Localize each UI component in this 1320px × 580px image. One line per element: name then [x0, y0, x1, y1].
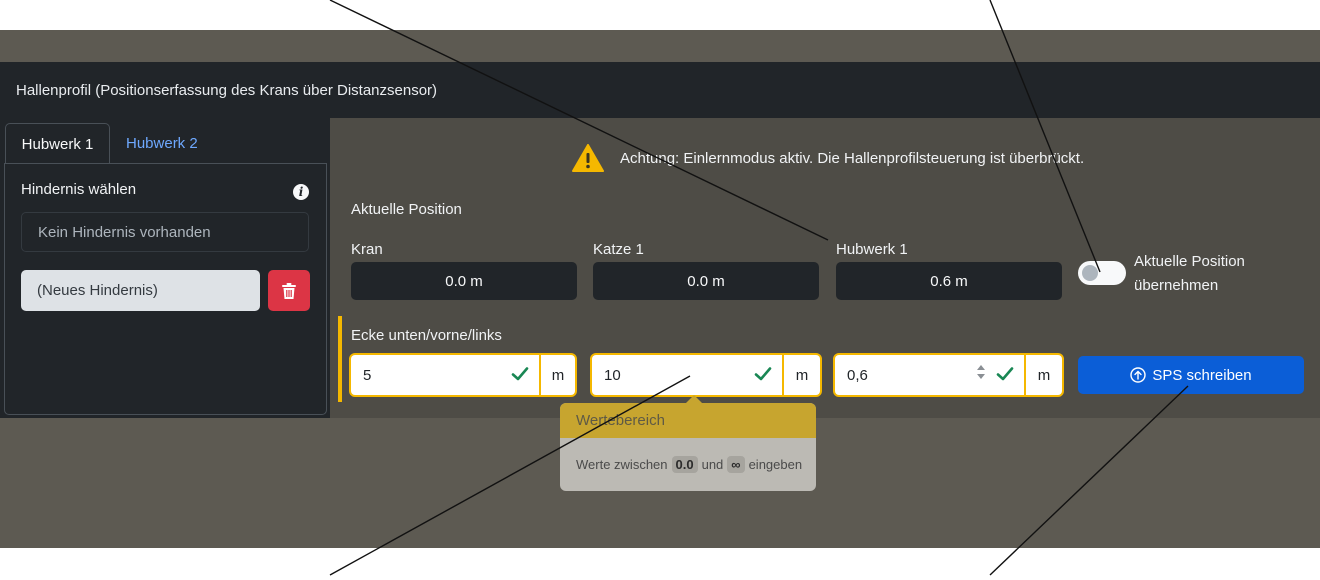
- obstacle-section-title: Hindernis wählen: [21, 181, 137, 198]
- katze-label: Katze 1: [593, 241, 644, 258]
- tab-hubwerk-2[interactable]: Hubwerk 2: [126, 123, 198, 164]
- spinner-down-icon[interactable]: [976, 373, 986, 380]
- teach-mode-warning: Achtung: Einlernmodus aktiv. Die Hallenp…: [572, 144, 1084, 172]
- new-obstacle-item[interactable]: (Neues Hindernis): [21, 270, 260, 311]
- warning-text: Achtung: Einlernmodus aktiv. Die Hallenp…: [620, 149, 1085, 167]
- toggle-label-line2: übernehmen: [1134, 277, 1219, 294]
- corner-y-input-group: 10 m: [590, 353, 822, 397]
- new-obstacle-label: (Neues Hindernis): [37, 282, 158, 299]
- unit-label: m: [551, 366, 565, 384]
- trash-icon: [282, 282, 296, 299]
- tooltip-min-value: 0.0: [671, 456, 698, 473]
- page-title: Hallenprofil (Positionserfassung des Kra…: [16, 81, 438, 99]
- toggle-knob: [1082, 265, 1098, 281]
- tooltip-connector: und: [701, 457, 724, 472]
- tooltip-title: Wertebereich: [560, 403, 816, 438]
- katze-position-text: 0.0 m: [687, 272, 725, 290]
- warning-icon: [572, 144, 604, 172]
- check-icon: [754, 367, 772, 381]
- tooltip-prefix: Werte zwischen: [576, 457, 668, 472]
- corner-x-input[interactable]: 5: [351, 355, 539, 395]
- kran-position-value: 0.0 m: [351, 262, 577, 300]
- hubwerk-position-value: 0.6 m: [836, 262, 1062, 300]
- tab-label: Hubwerk 2: [126, 135, 198, 152]
- tooltip-title-text: Wertebereich: [576, 412, 665, 429]
- tooltip-body: Werte zwischen 0.0 und ∞ eingeben: [560, 438, 816, 473]
- check-icon: [996, 367, 1014, 381]
- corner-z-input-group: 0,6 m: [833, 353, 1064, 397]
- hubwerk-position-text: 0.6 m: [930, 272, 968, 290]
- tab-label: Hubwerk 1: [21, 135, 94, 153]
- take-position-label: Aktuelle Position übernehmen: [1134, 250, 1245, 298]
- page-header: Hallenprofil (Positionserfassung des Kra…: [0, 62, 1320, 118]
- corner-x-value: 5: [363, 366, 372, 384]
- unit-label: m: [795, 366, 809, 384]
- info-icon[interactable]: i: [293, 184, 309, 200]
- hubwerk-label: Hubwerk 1: [836, 241, 908, 258]
- tooltip-suffix: eingeben: [748, 457, 803, 472]
- corner-section-title: Ecke unten/vorne/links: [351, 327, 502, 344]
- spinner-up-icon[interactable]: [976, 364, 986, 371]
- katze-position-value: 0.0 m: [593, 262, 819, 300]
- kran-position-text: 0.0 m: [445, 272, 483, 290]
- sps-write-button[interactable]: SPS schreiben: [1078, 356, 1304, 394]
- arrow-up-circle-icon: [1130, 367, 1147, 383]
- tab-hubwerk-1[interactable]: Hubwerk 1: [5, 123, 110, 164]
- take-position-toggle[interactable]: [1078, 261, 1126, 285]
- current-position-title: Aktuelle Position: [351, 201, 462, 218]
- kran-label: Kran: [351, 241, 383, 258]
- corner-z-unit: m: [1026, 355, 1062, 395]
- no-obstacle-label: Kein Hindernis vorhanden: [38, 223, 211, 241]
- value-range-tooltip: Wertebereich Werte zwischen 0.0 und ∞ ei…: [560, 395, 816, 491]
- section-accent-bar: [338, 316, 342, 402]
- corner-x-input-group: 5 m: [349, 353, 577, 397]
- no-obstacle-item[interactable]: Kein Hindernis vorhanden: [21, 212, 309, 252]
- corner-x-unit: m: [541, 355, 575, 395]
- corner-y-input[interactable]: 10: [592, 355, 782, 395]
- corner-z-value: 0,6: [847, 366, 868, 384]
- tooltip-max-value: ∞: [727, 456, 745, 473]
- number-spinner[interactable]: [976, 364, 986, 380]
- unit-label: m: [1037, 366, 1051, 384]
- corner-y-value: 10: [604, 366, 621, 384]
- toggle-label-line1: Aktuelle Position: [1134, 253, 1245, 270]
- corner-z-input[interactable]: 0,6: [835, 355, 1024, 395]
- sps-write-label: SPS schreiben: [1152, 366, 1252, 384]
- corner-y-unit: m: [784, 355, 820, 395]
- delete-obstacle-button[interactable]: [268, 270, 310, 311]
- tooltip-arrow: [686, 395, 702, 403]
- check-icon: [511, 367, 529, 381]
